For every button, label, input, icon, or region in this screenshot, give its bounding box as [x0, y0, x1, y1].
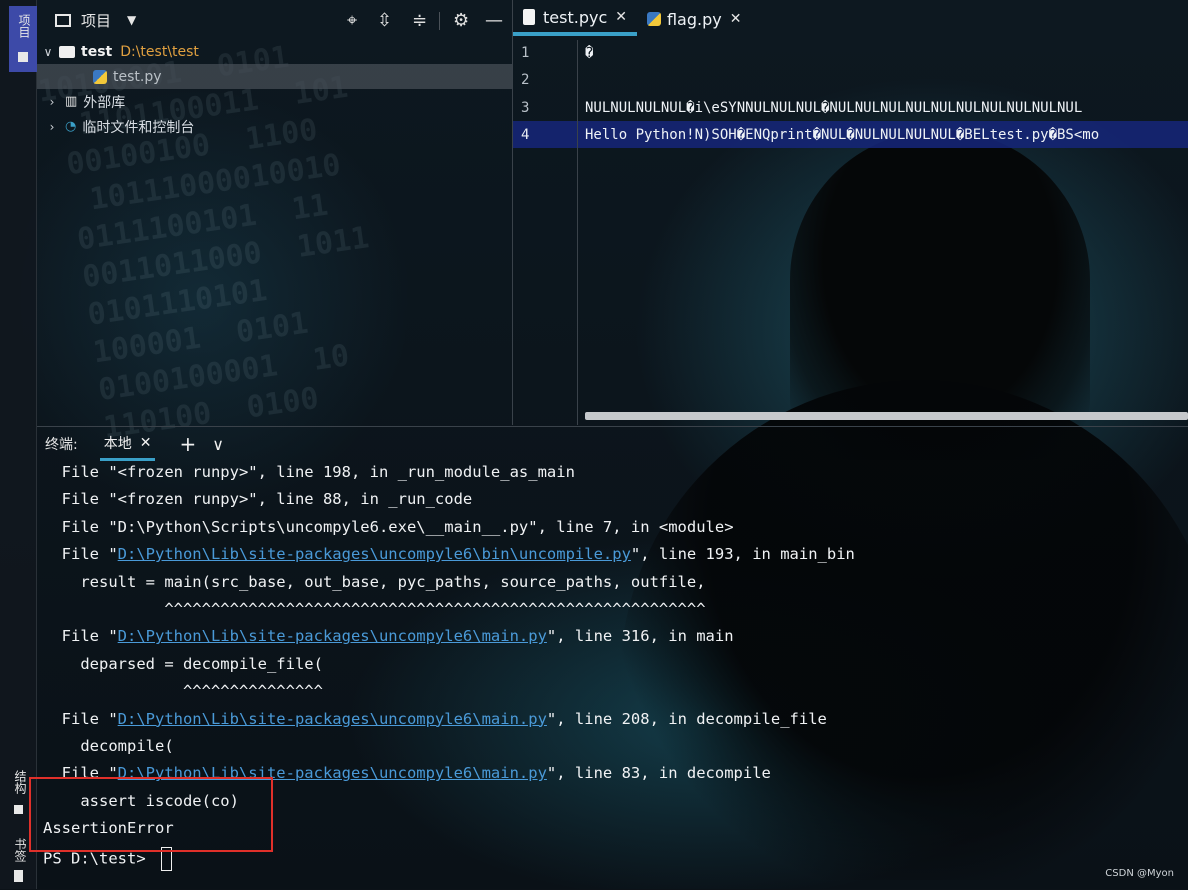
- project-tool-label: 项目: [17, 14, 31, 38]
- file-link[interactable]: D:\Python\Lib\site-packages\uncompyle6\b…: [118, 545, 631, 563]
- close-icon[interactable]: ✕: [730, 11, 742, 27]
- terminal-tab-label: 本地: [103, 435, 132, 452]
- tab-test-pyc[interactable]: test.pyc ✕: [513, 2, 637, 36]
- locate-icon[interactable]: ⌖: [347, 10, 357, 31]
- editor-tabs: test.pyc ✕ flag.py ✕: [513, 0, 1188, 36]
- watermark: CSDN @Myon⁠: [1105, 868, 1174, 879]
- terminal-text: result = main(src_base, out_base, pyc_pa…: [43, 572, 706, 591]
- tree-item-test-root[interactable]: ∨ test D:\test\test: [41, 39, 199, 64]
- tree-item-external-libraries[interactable]: › ▥ 外部库: [45, 89, 126, 114]
- terminal-line: File "D:\Python\Lib\site-packages\uncomp…: [43, 627, 734, 645]
- close-icon[interactable]: ✕: [140, 435, 152, 451]
- chevron-right-icon[interactable]: ›: [45, 120, 59, 134]
- terminal-line: File "<frozen runpy>", line 198, in _run…: [43, 463, 575, 481]
- folder-icon: [18, 52, 28, 62]
- horizontal-scrollbar[interactable]: [585, 412, 1188, 420]
- python-file-icon: [646, 12, 661, 26]
- terminal-text: File "<frozen runpy>", line 88, in _run_…: [43, 490, 473, 509]
- terminal-line: File "D:\Python\Lib\site-packages\uncomp…: [43, 545, 855, 563]
- file-link[interactable]: D:\Python\Lib\site-packages\uncompyle6\m…: [118, 710, 547, 728]
- project-tool-button[interactable]: 项目: [9, 6, 37, 72]
- terminal-text: ", line 316, in main: [546, 627, 734, 646]
- tab-flag-py[interactable]: flag.py ✕: [637, 2, 751, 36]
- structure-icon: [14, 805, 23, 814]
- tree-item-label: 外部库: [83, 94, 126, 111]
- file-icon: [523, 9, 535, 25]
- terminal-text: ", line 208, in decompile_file: [546, 709, 827, 728]
- chevron-right-icon[interactable]: ›: [45, 95, 59, 109]
- terminal-text: File ": [43, 709, 118, 728]
- terminal-text: ", line 193, in main_bin: [630, 545, 855, 564]
- scratches-icon: ◔: [65, 119, 77, 134]
- project-panel-header: 项目 ▼ ⌖ ⇳ ≑ ⚙ —: [37, 0, 512, 40]
- code-line[interactable]: NULNULNULNUL�i\eSYNNULNULNUL�NULNULNULNU…: [585, 100, 1188, 116]
- editor-panel: test.pyc ✕ flag.py ✕ 1 2 3 4 � NULNULNUL…: [513, 0, 1188, 425]
- terminal-text: ^^^^^^^^^^^^^^^: [43, 682, 323, 701]
- python-file-icon: [93, 69, 107, 84]
- terminal-tab-local[interactable]: 本地 ✕: [99, 428, 156, 461]
- highlight-annotation-box: [29, 777, 273, 852]
- terminal-label: 终端:: [45, 437, 78, 453]
- chevron-down-icon[interactable]: ▼: [127, 13, 136, 27]
- terminal-line: File "D:\Python\Scripts\uncompyle6.exe\_…: [43, 518, 734, 536]
- line-number: 1: [521, 45, 530, 61]
- library-icon: ▥: [65, 94, 78, 109]
- collapse-all-icon[interactable]: ≑: [412, 10, 427, 31]
- file-link[interactable]: D:\Python\Lib\site-packages\uncompyle6\m…: [118, 627, 547, 645]
- tree-item-label: 临时文件和控制台: [82, 119, 195, 136]
- add-terminal-icon[interactable]: +: [179, 432, 196, 456]
- terminal-line: File "D:\Python\Lib\site-packages\uncomp…: [43, 710, 827, 728]
- terminal-text: ", line 83, in decompile: [546, 764, 771, 783]
- terminal-line: File "<frozen runpy>", line 88, in _run_…: [43, 490, 473, 509]
- tree-item-path: D:\test\test: [120, 43, 199, 60]
- bookmarks-tool-label[interactable]: 书签: [12, 838, 29, 862]
- tab-label: test.pyc: [543, 7, 608, 27]
- bookmark-icon: [14, 870, 23, 882]
- minimize-icon[interactable]: —: [485, 10, 503, 31]
- line-number: 2: [521, 72, 530, 88]
- terminal-line: decompile(: [43, 737, 174, 755]
- tree-item-label: test.py: [113, 68, 162, 85]
- project-panel: 项目 ▼ ⌖ ⇳ ≑ ⚙ — ∨ test D:\test\test test.…: [37, 0, 513, 425]
- gear-icon[interactable]: ⚙: [453, 10, 469, 31]
- terminal-line: ^^^^^^^^^^^^^^^^^^^^^^^^^^^^^^^^^^^^^^^^…: [43, 600, 706, 618]
- left-tool-strip: 项目 结构 书签: [0, 0, 37, 889]
- structure-tool-label[interactable]: 结构: [12, 770, 29, 794]
- project-panel-title[interactable]: 项目: [81, 10, 111, 31]
- code-line[interactable]: �: [585, 45, 1188, 61]
- tab-label: flag.py: [666, 9, 722, 29]
- code-line[interactable]: Hello Python!N)SOH�ENQprint�NUL�NULNULNU…: [585, 127, 1188, 143]
- terminal-line: result = main(src_base, out_base, pyc_pa…: [43, 572, 706, 591]
- chevron-down-icon[interactable]: ∨: [212, 435, 224, 454]
- line-number-gutter: 1 2 3 4: [513, 40, 578, 425]
- terminal-line: deparsed = decompile_file(: [43, 655, 323, 673]
- terminal-text: File "D:\Python\Scripts\uncompyle6.exe\_…: [43, 517, 734, 536]
- terminal-text: File ": [43, 545, 118, 564]
- folder-icon: [59, 45, 75, 58]
- terminal-text: File ": [43, 627, 118, 646]
- close-icon[interactable]: ✕: [615, 9, 627, 25]
- expand-all-icon[interactable]: ⇳: [377, 10, 392, 31]
- tree-item-test-py[interactable]: test.py: [37, 64, 512, 89]
- chevron-down-icon[interactable]: ∨: [41, 45, 55, 59]
- tree-item-scratches[interactable]: › ◔ 临时文件和控制台: [45, 114, 195, 139]
- window-icon: [55, 13, 71, 27]
- terminal-text: decompile(: [43, 737, 174, 755]
- terminal-header: 终端: 本地 ✕ + ∨: [37, 427, 1188, 461]
- toolbar-divider: [439, 12, 440, 30]
- line-number: 4: [521, 127, 530, 143]
- terminal-text: ^^^^^^^^^^^^^^^^^^^^^^^^^^^^^^^^^^^^^^^^…: [43, 600, 706, 618]
- line-number: 3: [521, 100, 530, 116]
- terminal-line: ^^^^^^^^^^^^^^^: [43, 682, 323, 700]
- terminal-text: File "<frozen runpy>", line 198, in _run…: [43, 463, 575, 481]
- tree-item-label: test: [81, 43, 113, 60]
- terminal-text: deparsed = decompile_file(: [43, 654, 323, 673]
